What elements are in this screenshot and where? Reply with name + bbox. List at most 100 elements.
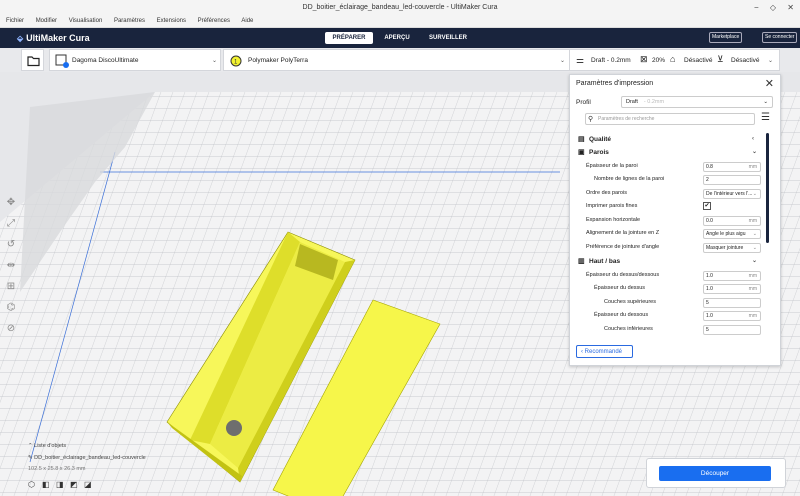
close-icon[interactable]: ✕ bbox=[765, 77, 774, 90]
settings-visibility-menu-icon[interactable]: ☰ bbox=[761, 113, 770, 123]
menu-preferences[interactable]: Préférences bbox=[198, 18, 230, 24]
recommended-button[interactable]: ‹ Recommandé bbox=[576, 345, 633, 358]
menu-parametres[interactable]: Paramètres bbox=[114, 18, 145, 24]
infill-summary: 20% bbox=[652, 57, 666, 64]
app-logo-text: UltiMaker Cura bbox=[26, 33, 90, 43]
view-left-icon[interactable]: ◩ bbox=[70, 480, 78, 489]
window-titlebar: DD_boitier_éclairage_bandeau_led-couverc… bbox=[0, 0, 800, 15]
support-summary: Désactivé bbox=[684, 57, 713, 64]
chevron-down-icon: ⌄ bbox=[752, 258, 758, 264]
setting-dropdown[interactable]: De l'intérieur vers l'... ⌄ bbox=[703, 189, 761, 199]
slice-button[interactable]: Découper bbox=[659, 466, 771, 481]
stage-preview-tab[interactable]: APERÇU bbox=[379, 32, 415, 44]
setting-input[interactable]: 5 bbox=[703, 298, 761, 308]
settings-sliders-icon: ⚌ bbox=[576, 55, 585, 65]
material-selector[interactable]: 1 Polymaker PolyTerra ⌄ bbox=[223, 49, 570, 71]
setting-row: Préférence de jointure d'angle Masquer jo… bbox=[576, 241, 766, 254]
setting-row: Épaisseur du dessous 1.0 mm bbox=[576, 309, 766, 322]
material-name: Polymaker PolyTerra bbox=[248, 57, 308, 64]
view-front-icon[interactable]: ◧ bbox=[42, 480, 50, 489]
setting-row: Épaisseur de la paroi 0.8 mm bbox=[576, 160, 766, 173]
setting-row: Nombre de lignes de la paroi 2 bbox=[576, 173, 766, 186]
measure-tool-icon[interactable]: ⊘ bbox=[3, 318, 19, 339]
menu-modifier[interactable]: Modifier bbox=[36, 18, 57, 24]
chevron-left-icon: ‹ bbox=[752, 136, 754, 142]
category-quality[interactable]: ▤ Qualité ‹ bbox=[576, 133, 766, 146]
profile-label: Profil bbox=[576, 99, 591, 106]
setting-row: Épaisseur du dessus/dessous 1.0 mm bbox=[576, 269, 766, 282]
setting-input[interactable]: 0.8 mm bbox=[703, 162, 761, 172]
setting-input[interactable]: 1.0 mm bbox=[703, 311, 761, 321]
category-walls[interactable]: ▣ Parois ⌄ bbox=[576, 146, 766, 159]
support-blocker-icon[interactable]: ⌬ bbox=[3, 297, 19, 318]
profile-value: Draft bbox=[626, 99, 638, 105]
window-controls: − ◇ ✕ bbox=[745, 0, 794, 15]
setting-checkbox[interactable]: ✔ bbox=[703, 202, 711, 210]
extruder-icon: 1 bbox=[230, 55, 242, 67]
object-list-toggle[interactable]: ⌃ Liste d'objets bbox=[28, 443, 66, 449]
recommended-label: Recommandé bbox=[584, 349, 623, 355]
setting-row: Ordre des parois De l'intérieur vers l'..… bbox=[576, 187, 766, 200]
profile-summary: Draft - 0.2mm bbox=[591, 57, 631, 64]
slice-panel: Découper bbox=[646, 458, 786, 488]
view-3d-icon[interactable]: ⬡ bbox=[28, 480, 35, 489]
minimize-icon[interactable]: − bbox=[754, 3, 759, 12]
chevron-down-icon: ⌄ bbox=[212, 58, 218, 64]
chevron-down-icon: ⌄ bbox=[752, 149, 758, 155]
scale-tool-icon[interactable]: ⤢ bbox=[3, 213, 19, 234]
setting-input[interactable]: 5 bbox=[703, 325, 761, 335]
setting-row: Épaisseur du dessus 1.0 mm bbox=[576, 282, 766, 295]
cable-hole bbox=[226, 420, 242, 436]
print-settings-panel: Paramètres d'impression ✕ Profil Draft - … bbox=[569, 74, 781, 366]
signin-button[interactable]: Se connecter bbox=[762, 32, 798, 43]
per-model-settings-icon[interactable]: ⊞ bbox=[3, 276, 19, 297]
setting-dropdown[interactable]: Angle le plus aigu ⌄ bbox=[703, 229, 761, 239]
view-top-icon[interactable]: ◨ bbox=[56, 480, 64, 489]
marketplace-button[interactable]: Marketplace bbox=[709, 32, 743, 43]
open-file-button[interactable] bbox=[21, 49, 44, 71]
view-right-icon[interactable]: ◪ bbox=[84, 480, 92, 489]
setting-row: Couches supérieures 5 bbox=[576, 296, 766, 309]
setting-input[interactable]: 1.0 mm bbox=[703, 271, 761, 281]
left-toolbar: ✥ ⤢ ↺ ⇹ ⊞ ⌬ ⊘ bbox=[3, 192, 19, 344]
profile-dropdown[interactable]: Draft - 0.2mm ⌄ bbox=[621, 96, 773, 108]
printer-selector[interactable]: Dagoma DiscoUltimate ⌄ bbox=[49, 49, 221, 71]
setting-input[interactable]: 2 bbox=[703, 175, 761, 185]
setting-row: Expansion horizontale 0.0 mm bbox=[576, 214, 766, 227]
profile-layer-height: - 0.2mm bbox=[643, 99, 665, 105]
stage-monitor-tab[interactable]: SURVEILLER bbox=[424, 32, 472, 44]
maximize-icon[interactable]: ◇ bbox=[770, 3, 776, 12]
category-top-bottom[interactable]: ▥ Haut / bas ⌄ bbox=[576, 255, 766, 268]
setting-row: Couches inférieures 5 bbox=[576, 323, 766, 336]
menu-extensions[interactable]: Extensions bbox=[157, 18, 186, 24]
settings-scrollbar[interactable] bbox=[766, 133, 769, 243]
setting-input[interactable]: 0.0 mm bbox=[703, 216, 761, 226]
panel-title: Paramètres d'impression bbox=[576, 80, 654, 87]
print-settings-selector[interactable]: ⚌ Draft - 0.2mm ⊠ 20% ⌂ Désactivé ⊻ Désa… bbox=[569, 49, 780, 71]
adhesion-summary: Désactivé bbox=[731, 57, 760, 64]
rotate-tool-icon[interactable]: ↺ bbox=[3, 234, 19, 255]
menu-visualisation[interactable]: Visualisation bbox=[69, 18, 103, 24]
app-logo: ⬙ UltiMaker Cura bbox=[17, 33, 90, 43]
close-window-icon[interactable]: ✕ bbox=[787, 3, 794, 12]
window-title: DD_boitier_éclairage_bandeau_led-couverc… bbox=[302, 4, 498, 11]
topbottom-icon: ▥ bbox=[578, 258, 585, 265]
stage-prepare-tab[interactable]: PRÉPARER bbox=[325, 32, 373, 44]
setting-input[interactable]: 1.0 mm bbox=[703, 284, 761, 294]
folder-icon bbox=[27, 56, 40, 67]
mirror-tool-icon[interactable]: ⇹ bbox=[3, 255, 19, 276]
ultimaker-logo-icon: ⬙ bbox=[17, 34, 24, 43]
menu-bar: Fichier Modifier Visualisation Paramètre… bbox=[0, 15, 800, 28]
settings-list: ▤ Qualité ‹ ▣ Parois ⌄ Épaisseur de la paroi… bbox=[576, 133, 766, 337]
printer-icon bbox=[55, 54, 69, 68]
setting-row: Imprimer parois fines ✔ bbox=[586, 202, 711, 210]
chevron-down-icon: ⌄ bbox=[768, 58, 774, 64]
setting-dropdown[interactable]: Masquer jointure ⌄ bbox=[703, 243, 761, 253]
move-tool-icon[interactable]: ✥ bbox=[3, 192, 19, 213]
chevron-down-icon: ⌄ bbox=[763, 99, 768, 105]
menu-aide[interactable]: Aide bbox=[241, 18, 253, 24]
settings-search-input[interactable]: ⚲ Paramètres de recherche bbox=[585, 113, 755, 125]
object-name: ✎ DD_boitier_éclairage_bandeau_led-couve… bbox=[28, 455, 146, 461]
menu-fichier[interactable]: Fichier bbox=[6, 18, 24, 24]
adhesion-icon: ⊻ bbox=[717, 54, 724, 64]
